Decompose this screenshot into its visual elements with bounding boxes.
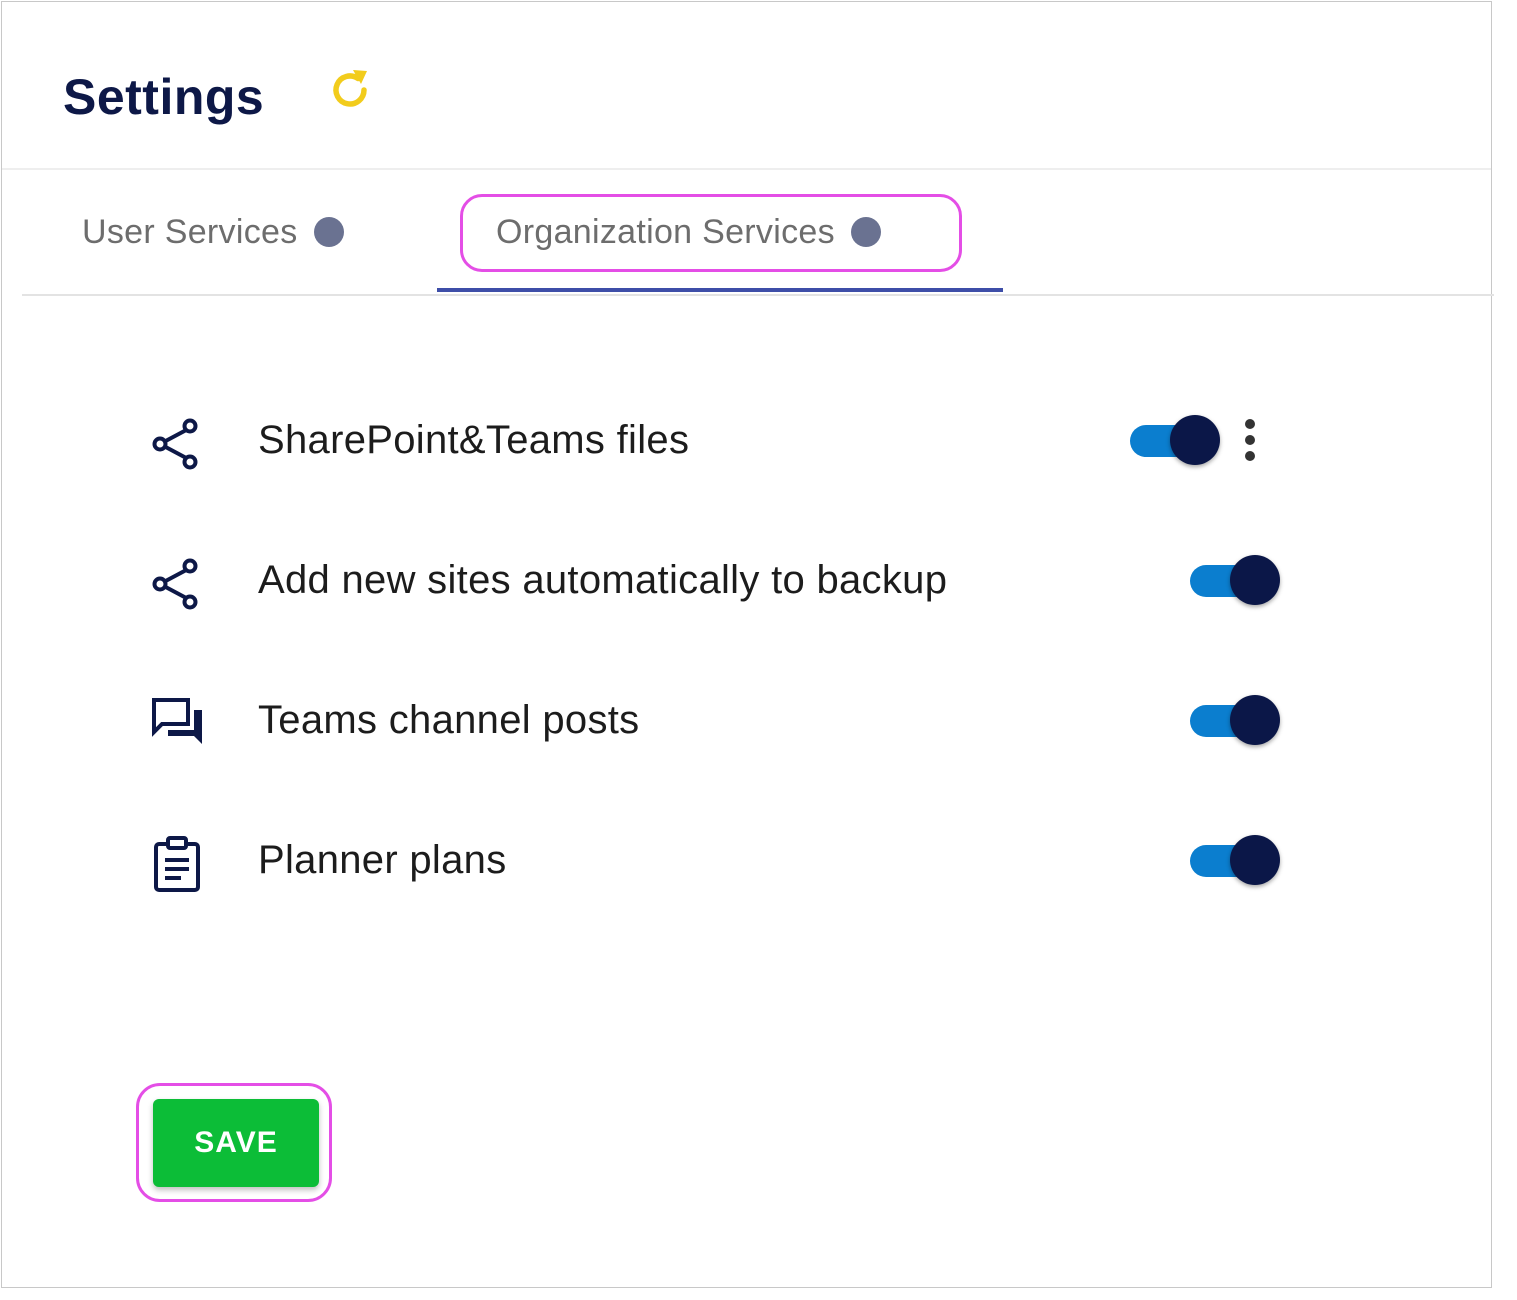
tab-organization-services[interactable]: Organization Services: [496, 170, 881, 294]
refresh-icon[interactable]: [326, 66, 374, 114]
page-title: Settings: [63, 69, 265, 125]
toggle-knob: [1230, 835, 1280, 885]
clipboard-icon: [150, 836, 206, 892]
service-label: Planner plans: [258, 838, 507, 882]
share-icon: [150, 556, 206, 612]
active-tab-indicator: [437, 288, 1003, 292]
settings-panel: Settings User Services Organization Serv…: [1, 1, 1494, 1288]
add-new-sites-toggle[interactable]: [1190, 554, 1282, 606]
teams-channel-posts-toggle[interactable]: [1190, 694, 1282, 746]
tab-user-services[interactable]: User Services: [82, 170, 344, 294]
service-label: Teams channel posts: [258, 698, 640, 742]
toggle-knob: [1230, 695, 1280, 745]
share-icon: [150, 416, 206, 472]
service-row-add-new-sites: Add new sites automatically to backup: [2, 540, 1491, 620]
service-row-planner-plans: Planner plans: [2, 820, 1491, 900]
sharepoint-teams-files-toggle[interactable]: [1130, 414, 1222, 466]
toggle-knob: [1170, 415, 1220, 465]
status-dot: [850, 217, 881, 247]
tab-label: Organization Services: [496, 212, 835, 251]
service-row-teams-channel-posts: Teams channel posts: [2, 680, 1491, 760]
service-label: SharePoint&Teams files: [258, 418, 690, 462]
service-tabs: User Services Organization Services: [22, 170, 1494, 296]
planner-plans-toggle[interactable]: [1190, 834, 1282, 886]
chat-icon: [150, 696, 206, 752]
save-button[interactable]: SAVE: [153, 1099, 319, 1187]
status-dot: [313, 217, 344, 247]
toggle-knob: [1230, 555, 1280, 605]
tab-label: User Services: [82, 212, 298, 251]
more-vertical-icon[interactable]: [1238, 418, 1262, 462]
service-label: Add new sites automatically to backup: [258, 558, 948, 602]
service-row-sharepoint-teams-files: SharePoint&Teams files: [2, 400, 1491, 480]
settings-header: Settings: [2, 2, 1491, 170]
